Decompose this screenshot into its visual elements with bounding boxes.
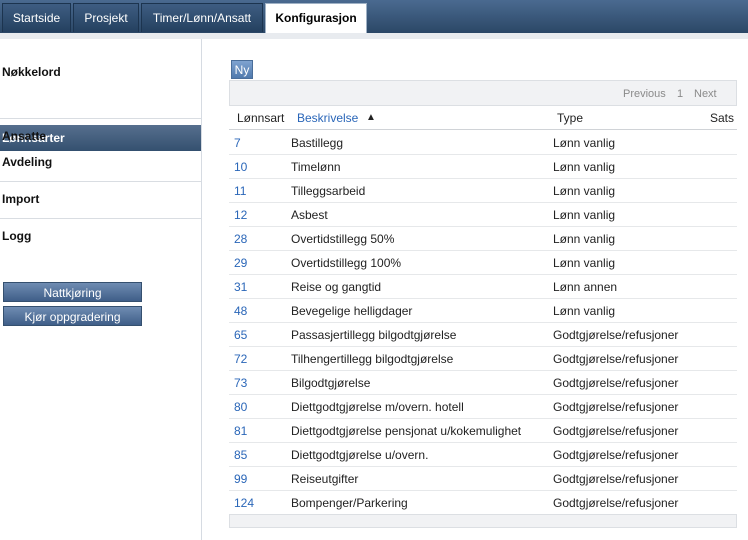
sidebar-item-import[interactable]: Import [2,192,39,206]
column-header-beskrivelse[interactable]: Beskrivelse [297,111,358,125]
table-row[interactable]: 65 Passasjertillegg bilgodtgjørelse Godtgj… [229,323,737,347]
beskrivelse-cell: Timelønn [291,160,341,174]
sidebar-item-logg[interactable]: Logg [2,229,31,243]
type-cell: Godtgjørelse/refusjoner [553,424,679,438]
top-nav-bar: Startside Prosjekt Timer/Lønn/Ansatt Kon… [0,0,748,33]
new-button[interactable]: Ny [231,60,253,79]
type-cell: Lønn annen [553,280,618,294]
type-cell: Godtgjørelse/refusjoner [553,376,679,390]
beskrivelse-cell: Tilhengertillegg bilgodtgjørelse [291,352,454,366]
lonnsart-link[interactable]: 99 [234,472,247,486]
table-row[interactable]: 80 Diettgodtgjørelse m/overn. hotell Godtg… [229,395,737,419]
lonnsart-link[interactable]: 80 [234,400,247,414]
type-cell: Lønn vanlig [553,304,616,318]
tab-konfigurasjon[interactable]: Konfigurasjon [265,3,367,33]
pager-page-number[interactable]: 1 [677,88,683,100]
pager-next-link[interactable]: Next [694,88,717,100]
lonnsart-link[interactable]: 10 [234,160,247,174]
lonnsart-link[interactable]: 11 [234,184,246,198]
table-row[interactable]: 48 Bevegelige helligdager Lønn vanlig [229,299,737,323]
table-row[interactable]: 11 Tilleggsarbeid Lønn vanlig [229,179,737,203]
beskrivelse-cell: Bevegelige helligdager [291,304,413,318]
table-row[interactable]: 31 Reise og gangtid Lønn annen [229,275,737,299]
type-cell: Lønn vanlig [553,136,616,150]
lonnsart-link[interactable]: 29 [234,256,247,270]
table-row[interactable]: 124 Bompenger/Parkering Godtgjørelse/refus… [229,491,737,515]
type-cell: Godtgjørelse/refusjoner [553,400,679,414]
table-footer [229,514,737,528]
sort-ascending-icon: ▲ [366,112,376,123]
lonnsart-link[interactable]: 28 [234,232,247,246]
table-row[interactable]: 85 Diettgodtgjørelse u/overn. Godtgjørelse… [229,443,737,467]
tab-timer-lonn-ansatt[interactable]: Timer/Lønn/Ansatt [141,3,263,32]
sidebar-item-avdeling[interactable]: Avdeling [2,155,52,169]
table-row[interactable]: 12 Asbest Lønn vanlig [229,203,737,227]
table-row[interactable]: 7 Bastillegg Lønn vanlig [229,131,737,155]
table-row[interactable]: 81 Diettgodtgjørelse pensjonat u/kokemuli… [229,419,737,443]
sidebar-item-ansatte[interactable]: Ansatte [2,129,46,143]
beskrivelse-cell: Diettgodtgjørelse m/overn. hotell [291,400,464,414]
beskrivelse-cell: Overtidstillegg 100% [291,256,402,270]
header-divider [229,129,737,130]
beskrivelse-cell: Reiseutgifter [291,472,359,486]
column-header-sats[interactable]: Sats [710,111,734,125]
beskrivelse-cell: Diettgodtgjørelse pensjonat u/kokemuligh… [291,424,522,438]
column-header-type[interactable]: Type [557,111,583,125]
table-row[interactable]: 10 Timelønn Lønn vanlig [229,155,737,179]
sidebar: Nøkkelord Lønnsarter Ansatte Avdeling Im… [0,39,202,540]
beskrivelse-cell: Diettgodtgjørelse u/overn. [291,448,429,462]
sidebar-divider [0,181,201,182]
beskrivelse-cell: Bompenger/Parkering [291,496,408,510]
pager-previous-link[interactable]: Previous [623,88,666,100]
type-cell: Godtgjørelse/refusjoner [553,472,679,486]
beskrivelse-cell: Tilleggsarbeid [291,184,366,198]
tab-startside[interactable]: Startside [2,3,71,32]
type-cell: Godtgjørelse/refusjoner [553,448,679,462]
sidebar-item-nokkelord[interactable]: Nøkkelord [2,65,61,79]
lonnsart-link[interactable]: 7 [234,136,241,150]
table-row[interactable]: 99 Reiseutgifter Godtgjørelse/refusjoner [229,467,737,491]
main-content: Ny Previous 1 Next Lønnsart Beskrivelse … [202,39,748,540]
beskrivelse-cell: Overtidstillegg 50% [291,232,395,246]
beskrivelse-cell: Bilgodtgjørelse [291,376,371,390]
beskrivelse-cell: Reise og gangtid [291,280,382,294]
lonnsart-link[interactable]: 65 [234,328,247,342]
beskrivelse-cell: Bastillegg [291,136,344,150]
pager: Previous 1 Next [229,80,737,106]
kjor-oppgradering-button[interactable]: Kjør oppgradering [3,306,142,326]
type-cell: Lønn vanlig [553,256,616,270]
tab-prosjekt[interactable]: Prosjekt [73,3,139,32]
type-cell: Godtgjørelse/refusjoner [553,352,679,366]
type-cell: Godtgjørelse/refusjoner [553,496,679,510]
lonnsart-link[interactable]: 124 [234,496,254,510]
sidebar-divider [0,118,201,119]
beskrivelse-cell: Asbest [291,208,328,222]
lonnsart-link[interactable]: 12 [234,208,247,222]
lonnsart-link[interactable]: 73 [234,376,247,390]
column-header-lonnsart[interactable]: Lønnsart [237,111,284,125]
type-cell: Godtgjørelse/refusjoner [553,328,679,342]
table-row[interactable]: 29 Overtidstillegg 100% Lønn vanlig [229,251,737,275]
lonnsart-link[interactable]: 31 [234,280,247,294]
table-row[interactable]: 72 Tilhengertillegg bilgodtgjørelse Godtgj… [229,347,737,371]
type-cell: Lønn vanlig [553,208,616,222]
type-cell: Lønn vanlig [553,160,616,174]
beskrivelse-cell: Passasjertillegg bilgodtgjørelse [291,328,457,342]
lonnsart-link[interactable]: 72 [234,352,247,366]
lonnsart-link[interactable]: 85 [234,448,247,462]
table-row[interactable]: 28 Overtidstillegg 50% Lønn vanlig [229,227,737,251]
table-row[interactable]: 73 Bilgodtgjørelse Godtgjørelse/refusjoner [229,371,737,395]
lonnsart-link[interactable]: 81 [234,424,247,438]
lonnsart-link[interactable]: 48 [234,304,247,318]
type-cell: Lønn vanlig [553,232,616,246]
nattkjoring-button[interactable]: Nattkjøring [3,282,142,302]
type-cell: Lønn vanlig [553,184,616,198]
sidebar-divider [0,218,201,219]
